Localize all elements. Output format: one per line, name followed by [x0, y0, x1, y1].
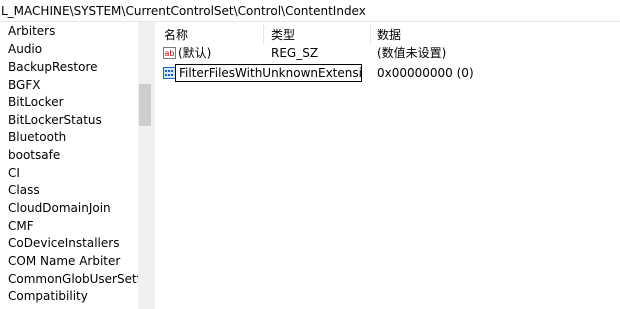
- tree-scrollbar-thumb[interactable]: [139, 84, 151, 126]
- column-header-name[interactable]: 名称: [164, 26, 188, 44]
- value-data: (数值未设置): [377, 46, 447, 60]
- string-value-icon: ab: [163, 47, 176, 59]
- address-path: L_MACHINE\SYSTEM\CurrentControlSet\Contr…: [1, 4, 366, 18]
- tree-item-bootsafe[interactable]: bootsafe: [8, 147, 60, 164]
- address-bar[interactable]: L_MACHINE\SYSTEM\CurrentControlSet\Contr…: [0, 0, 620, 22]
- rename-input[interactable]: FilterFilesWithUnknownExtensions: [175, 64, 362, 82]
- column-header-data[interactable]: 数据: [377, 26, 401, 44]
- tree-item-codeviceinstallers[interactable]: CoDeviceInstallers: [8, 235, 119, 252]
- value-type: REG_SZ: [271, 46, 319, 60]
- tree-item-bluetooth[interactable]: Bluetooth: [8, 129, 66, 146]
- column-header-type[interactable]: 类型: [271, 26, 295, 44]
- tree-item-class[interactable]: Class: [8, 182, 40, 199]
- value-data: 0x00000000 (0): [377, 66, 474, 80]
- tree-item-ci[interactable]: CI: [8, 165, 20, 182]
- tree-item-arbiters[interactable]: Arbiters: [8, 23, 55, 40]
- tree-item-backuprestore[interactable]: BackupRestore: [8, 59, 98, 76]
- tree-item-commonglobusersettings[interactable]: CommonGlobUserSettings: [8, 271, 138, 288]
- tree-item-bitlockerstatus[interactable]: BitLockerStatus: [8, 112, 102, 129]
- tree-item-bitlocker[interactable]: BitLocker: [8, 94, 64, 111]
- column-separator[interactable]: [370, 24, 371, 44]
- tree-item-bgfx[interactable]: BGFX: [8, 77, 40, 94]
- tree-scrollbar[interactable]: [138, 22, 152, 309]
- tree-item-com-name-arbiter[interactable]: COM Name Arbiter: [8, 253, 120, 270]
- values-pane: 名称 类型 数据 ab (默认) REG_SZ (数值未设置) FilterFi…: [155, 22, 620, 309]
- value-name: (默认): [178, 46, 212, 60]
- tree-item-clouddomainjoin[interactable]: CloudDomainJoin: [8, 200, 111, 217]
- column-separator[interactable]: [263, 24, 264, 44]
- tree-item-audio[interactable]: Audio: [8, 41, 42, 58]
- registry-tree: Arbiters Audio BackupRestore BGFX BitLoc…: [0, 22, 138, 309]
- svg-text:ab: ab: [165, 49, 175, 58]
- tree-item-compatibility[interactable]: Compatibility: [8, 288, 88, 305]
- tree-item-cmf[interactable]: CMF: [8, 218, 34, 235]
